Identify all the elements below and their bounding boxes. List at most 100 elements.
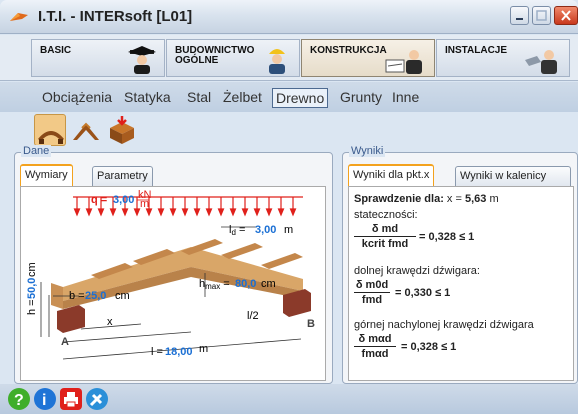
tab-wyniki-pkt-x[interactable]: Wyniki dla pkt.x <box>348 164 435 186</box>
check1-fraction: δ md kcrit fmd <box>354 223 416 250</box>
tab-inne[interactable]: Inne <box>389 88 422 106</box>
builder-icon <box>269 49 285 74</box>
tab-wymiary[interactable]: Wymiary <box>20 164 73 186</box>
category-tabs: Obciążenia Statyka Stal Żelbet Drewno Gr… <box>0 82 578 112</box>
module-label: INSTALACJE <box>445 45 508 56</box>
tab-wyniki-kalenicy[interactable]: Wyniki w kalenicy <box>455 166 571 186</box>
load-arrow-head <box>181 208 189 217</box>
load-arrow-head <box>265 208 273 217</box>
q-label: q = <box>91 194 107 206</box>
check3-label: górnej nachylonej krawędzi dźwigara <box>354 319 534 331</box>
module-basic[interactable]: BASIC <box>31 39 165 77</box>
l-value: 18,00 <box>165 346 193 358</box>
load-arrow-head <box>205 208 213 217</box>
gable-icon <box>73 122 99 140</box>
window-title: I.T.I. - INTERsoft [L01] <box>38 8 193 25</box>
results-area: Sprawdzenie dla: x = 5,63 m stateczności… <box>348 186 574 381</box>
results-heading: Sprawdzenie dla: <box>354 193 444 205</box>
load-arrow-head <box>157 208 165 217</box>
check2-fraction: δ m0d fmd <box>354 279 390 306</box>
maximize-icon <box>536 10 547 21</box>
load-arrow-head <box>241 208 249 217</box>
status-bar: ? i <box>0 384 578 414</box>
tab-statyka[interactable]: Statyka <box>121 88 174 106</box>
minimize-icon <box>516 18 523 20</box>
tools-icon <box>89 393 103 407</box>
info-button[interactable]: i <box>34 388 56 410</box>
ld-unit: m <box>284 224 293 236</box>
module-label: BASIC <box>40 45 72 56</box>
h-value: 50,0 <box>26 278 38 299</box>
check3-denominator: fmαd <box>361 348 389 360</box>
help-icon: ? <box>14 392 24 409</box>
check2-denominator: fmd <box>361 294 383 306</box>
ld-label: ld = <box>229 224 245 237</box>
load-arrow-head <box>289 208 297 217</box>
check1-numerator: δ md <box>354 223 416 237</box>
check1-result: = 0,328 ≤ 1 <box>419 231 475 243</box>
check2-result: = 0,330 ≤ 1 <box>395 287 451 299</box>
check1-label: stateczności: <box>354 209 418 221</box>
svg-text:i: i <box>42 392 46 409</box>
h-unit: cm <box>26 262 38 277</box>
dane-title: Dane <box>21 145 52 157</box>
load-arrow-head <box>133 208 141 217</box>
tab-zelbet[interactable]: Żelbet <box>220 88 265 106</box>
check2-label: dolnej krawędzi dźwigara: <box>354 265 480 277</box>
b-value: 25,0 <box>85 290 106 302</box>
tab-parametry[interactable]: Parametry <box>92 166 153 186</box>
print-icon <box>64 392 78 408</box>
load-arrow-head <box>277 208 285 217</box>
x-unit: m <box>489 193 499 205</box>
svg-text:?: ? <box>14 392 24 409</box>
ld-value: 3,00 <box>255 224 276 236</box>
module-label: KONSTRUKCJA <box>310 45 387 56</box>
plumber-icon <box>525 50 557 74</box>
minimize-button[interactable] <box>510 6 529 25</box>
info-icon: i <box>42 392 46 409</box>
close-button[interactable] <box>554 6 578 25</box>
column-icon <box>110 116 134 144</box>
help-button[interactable]: ? <box>8 388 30 410</box>
tab-stal[interactable]: Stal <box>184 88 214 106</box>
check1-denominator: kcrit fmd <box>361 238 409 250</box>
load-arrow-head <box>169 208 177 217</box>
check3-fraction: δ mαd fmαd <box>354 333 396 360</box>
x-label: x <box>107 316 113 328</box>
load-arrow-head <box>253 208 261 217</box>
module-konstrukcja[interactable]: KONSTRUKCJA <box>301 39 435 77</box>
tab-drewno[interactable]: Drewno <box>272 88 329 108</box>
load-arrow-head <box>73 208 81 217</box>
beam-icon <box>38 131 64 144</box>
print-button[interactable] <box>60 388 82 410</box>
module-label: BUDOWNICTWO OGÓLNE <box>175 45 255 66</box>
check2-numerator: δ m0d <box>354 279 390 293</box>
h-label: h = <box>26 299 38 315</box>
q-unit-den: m <box>140 198 149 210</box>
app-logo-icon <box>10 13 28 21</box>
load-arrow-head <box>85 208 93 217</box>
close-icon <box>561 10 571 21</box>
element-toolbar <box>0 112 578 148</box>
tab-obciazenia[interactable]: Obciążenia <box>39 88 115 106</box>
load-arrows <box>73 196 303 217</box>
load-arrow-head <box>109 208 117 217</box>
l-label: l = <box>151 346 163 358</box>
load-arrow-head <box>193 208 201 217</box>
b-unit: cm <box>115 290 130 302</box>
tools-button[interactable] <box>86 388 108 410</box>
tool-gable[interactable] <box>70 114 102 146</box>
x-value: 5,63 <box>464 193 487 205</box>
check3-numerator: δ mαd <box>354 333 396 347</box>
load-arrow-head <box>97 208 105 217</box>
b-label: b = <box>69 290 85 302</box>
x-label: x = <box>446 193 462 205</box>
module-budownictwo[interactable]: BUDOWNICTWO OGÓLNE <box>166 39 300 77</box>
tab-grunty[interactable]: Grunty <box>337 88 385 106</box>
module-instalacje[interactable]: INSTALACJE <box>436 39 570 77</box>
graduate-icon <box>128 46 156 74</box>
hmax-unit: cm <box>261 278 276 290</box>
maximize-button[interactable] <box>532 6 551 25</box>
tool-beam[interactable] <box>34 114 66 146</box>
tool-column[interactable] <box>106 114 138 146</box>
